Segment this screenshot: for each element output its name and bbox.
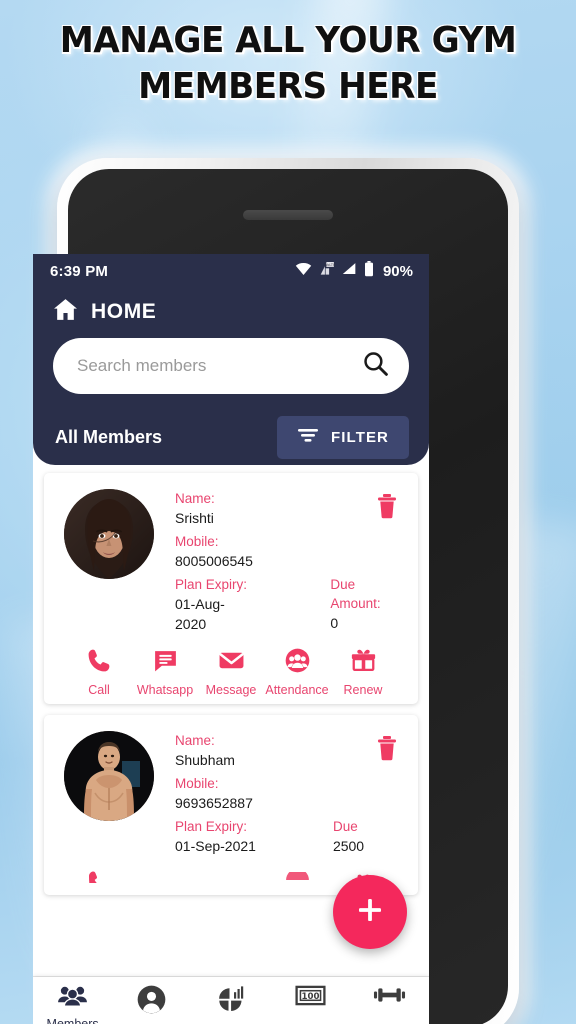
add-member-fab[interactable] <box>333 875 407 949</box>
avatar <box>64 489 154 579</box>
due-amount-label: Due Amount: <box>330 577 381 611</box>
filter-button-label: FILTER <box>331 429 389 446</box>
member-mobile: 8005006545 <box>175 553 253 569</box>
member-card-top: Name: Shubham Mobile: 9693652887 Plan Ex… <box>56 729 406 860</box>
status-bar-clock: 6:39 PM <box>50 262 109 280</box>
gift-icon <box>350 647 377 679</box>
delete-member-button[interactable] <box>376 735 398 766</box>
member-due-amount: 0 <box>330 615 339 631</box>
due-amount-group: Due 2500 <box>333 817 364 860</box>
plan-expiry-label: Plan Expiry: <box>175 819 248 834</box>
search-placeholder: Search members <box>77 356 207 375</box>
plan-expiry-group: Plan Expiry: 01-Sep-2021 <box>175 817 256 860</box>
call-label: Call <box>88 683 110 697</box>
expiry-due-row: Plan Expiry: 01-Aug-2020 Due Amount: 0 <box>175 575 406 638</box>
phone-icon <box>86 869 113 888</box>
status-bar-icons: VoLTE 90% <box>295 260 413 282</box>
filter-button[interactable]: FILTER <box>277 416 409 459</box>
signal-icon <box>342 262 357 281</box>
mobile-label: Mobile: <box>175 534 219 549</box>
promo-headline-line1: MANAGE ALL YOUR GYM <box>59 20 517 61</box>
banknote-100-icon: 100 <box>295 984 326 1012</box>
renew-button[interactable]: Renew <box>330 647 396 697</box>
call-button[interactable]: Call <box>66 647 132 697</box>
member-plan-expiry: 01-Sep-2021 <box>175 838 256 854</box>
svg-text:100: 100 <box>301 992 319 1002</box>
due-amount-group: Due Amount: 0 <box>330 575 406 638</box>
nav-item-payments[interactable]: 100 <box>275 984 345 1015</box>
name-label: Name: <box>175 733 215 748</box>
search-input[interactable]: Search members <box>53 338 409 394</box>
renew-label: Renew <box>343 683 383 697</box>
people-circle-icon <box>284 868 311 887</box>
filter-icon <box>297 427 319 448</box>
plan-expiry-group: Plan Expiry: 01-Aug-2020 <box>175 575 253 638</box>
page-title: HOME <box>91 300 157 323</box>
expiry-due-row: Plan Expiry: 01-Sep-2021 Due 2500 <box>175 817 406 860</box>
person-circle-icon <box>136 984 167 1020</box>
all-members-label: All Members <box>55 427 163 447</box>
call-button[interactable] <box>66 869 132 888</box>
delete-member-button[interactable] <box>376 493 398 524</box>
mobile-label: Mobile: <box>175 776 219 791</box>
member-plan-expiry: 01-Aug-2020 <box>175 596 225 632</box>
plan-expiry-label: Plan Expiry: <box>175 577 248 592</box>
member-card[interactable]: Name: Srishti Mobile: 8005006545 Plan Ex… <box>44 473 418 704</box>
bottom-navigation: Members 100 <box>33 977 429 1024</box>
app-bar: 6:39 PM VoLTE 90% HOME Search members Al… <box>33 254 429 465</box>
earpiece-speaker <box>243 210 333 220</box>
promo-headline-line2: MEMBERS HERE <box>138 66 438 108</box>
app-bar-title-row: HOME <box>33 288 429 338</box>
whatsapp-button[interactable]: Whatsapp <box>132 647 198 697</box>
wifi-icon <box>295 262 312 281</box>
battery-icon <box>364 260 374 282</box>
svg-text:VoLTE: VoLTE <box>325 262 335 266</box>
member-info: Name: Shubham Mobile: 9693652887 Plan Ex… <box>154 729 406 860</box>
name-label: Name: <box>175 491 215 506</box>
trash-icon[interactable] <box>376 736 398 765</box>
app-screen: 6:39 PM VoLTE 90% HOME Search members Al… <box>33 254 429 1024</box>
avatar <box>64 731 154 821</box>
people-circle-icon <box>284 647 311 679</box>
message-label: Message <box>205 683 257 697</box>
search-container: Search members <box>33 338 429 394</box>
battery-percent: 90% <box>382 262 413 280</box>
group-icon <box>57 984 88 1014</box>
nav-item-reports[interactable] <box>196 984 266 1020</box>
attendance-button[interactable] <box>264 868 330 888</box>
message-button[interactable] <box>198 869 264 888</box>
member-name: Srishti <box>175 510 214 526</box>
list-header-row: All Members FILTER <box>33 394 429 459</box>
member-card[interactable]: Name: Shubham Mobile: 9693652887 Plan Ex… <box>44 715 418 895</box>
dumbbell-icon <box>373 984 406 1011</box>
due-amount-label: Due <box>332 819 358 834</box>
member-due-amount: 2500 <box>332 838 365 854</box>
member-list: Name: Srishti Mobile: 8005006545 Plan Ex… <box>33 465 429 895</box>
mobile-data-icon: VoLTE <box>319 261 335 281</box>
whatsapp-button[interactable] <box>132 869 198 888</box>
nav-item-profile[interactable] <box>117 984 187 1023</box>
message-button[interactable]: Message <box>198 647 264 697</box>
nav-item-members[interactable]: Members <box>38 984 108 1024</box>
nav-item-members-label: Members <box>46 1017 99 1024</box>
member-info: Name: Srishti Mobile: 8005006545 Plan Ex… <box>154 487 406 638</box>
whatsapp-label: Whatsapp <box>136 683 194 697</box>
pie-chart-icon <box>215 984 246 1017</box>
member-actions: Call Whatsapp Message Attendance Renew <box>56 638 406 704</box>
attendance-button[interactable]: Attendance <box>264 647 330 697</box>
status-bar: 6:39 PM VoLTE 90% <box>33 254 429 288</box>
chat-icon <box>152 647 179 679</box>
member-mobile: 9693652887 <box>175 795 253 811</box>
member-name: Shubham <box>175 752 235 768</box>
home-icon <box>53 298 78 326</box>
trash-icon[interactable] <box>376 494 398 523</box>
envelope-icon <box>218 647 245 679</box>
nav-item-workouts[interactable] <box>354 984 424 1014</box>
phone-icon <box>86 647 113 679</box>
search-icon[interactable] <box>362 350 389 382</box>
promo-headline: MANAGE ALL YOUR GYM MEMBERS HERE <box>14 18 561 110</box>
plus-icon <box>353 893 387 932</box>
member-card-top: Name: Srishti Mobile: 8005006545 Plan Ex… <box>56 487 406 638</box>
attendance-label: Attendance <box>265 683 329 697</box>
